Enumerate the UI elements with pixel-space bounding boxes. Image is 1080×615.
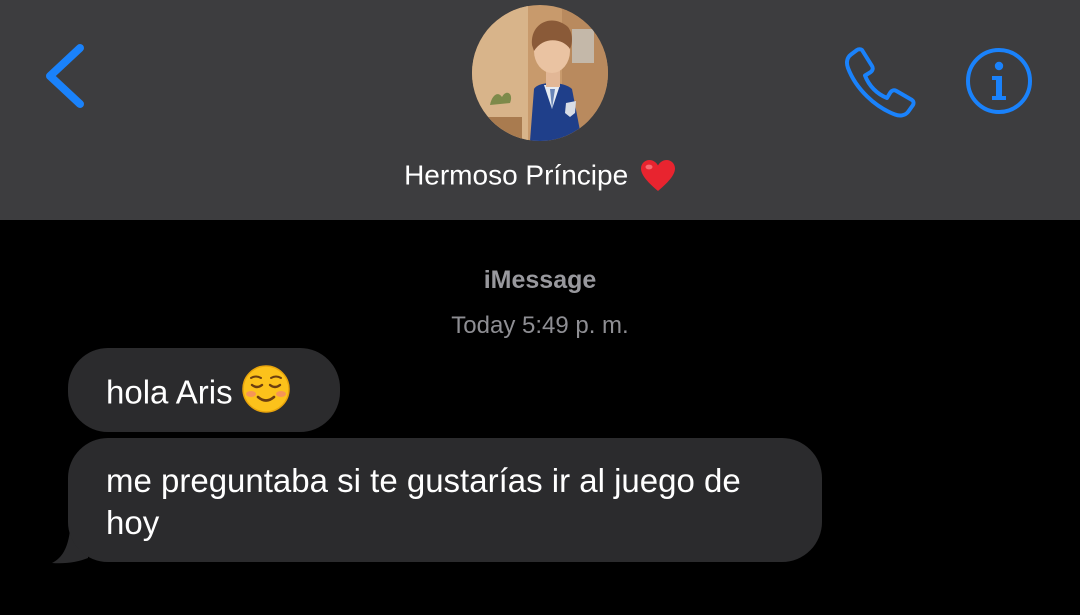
message-timestamp: Today 5:49 p. m.	[451, 312, 629, 339]
info-icon	[966, 48, 1032, 114]
message-bubble[interactable]: hola Aris	[68, 348, 340, 432]
phone-icon	[845, 47, 916, 118]
service-label: iMessage	[483, 266, 597, 294]
conversation-header: Hermoso Príncipe	[0, 0, 1080, 220]
chevron-left-icon	[46, 44, 84, 108]
heart-icon	[640, 159, 676, 193]
back-button[interactable]	[36, 38, 96, 114]
contact-name[interactable]: Hermoso Príncipe	[0, 156, 1080, 194]
message-text: hola Aris	[106, 373, 233, 411]
contact-name-text: Hermoso Príncipe	[404, 159, 629, 191]
call-button[interactable]	[842, 44, 918, 120]
message-text: me preguntaba si te gustarías ir al jueg…	[106, 462, 741, 541]
avatar-photo	[472, 5, 608, 141]
smiling-face-icon	[241, 364, 291, 414]
info-button[interactable]	[964, 46, 1034, 116]
contact-avatar[interactable]	[472, 5, 608, 141]
message-bubble[interactable]: me preguntaba si te gustarías ir al jueg…	[68, 438, 822, 562]
